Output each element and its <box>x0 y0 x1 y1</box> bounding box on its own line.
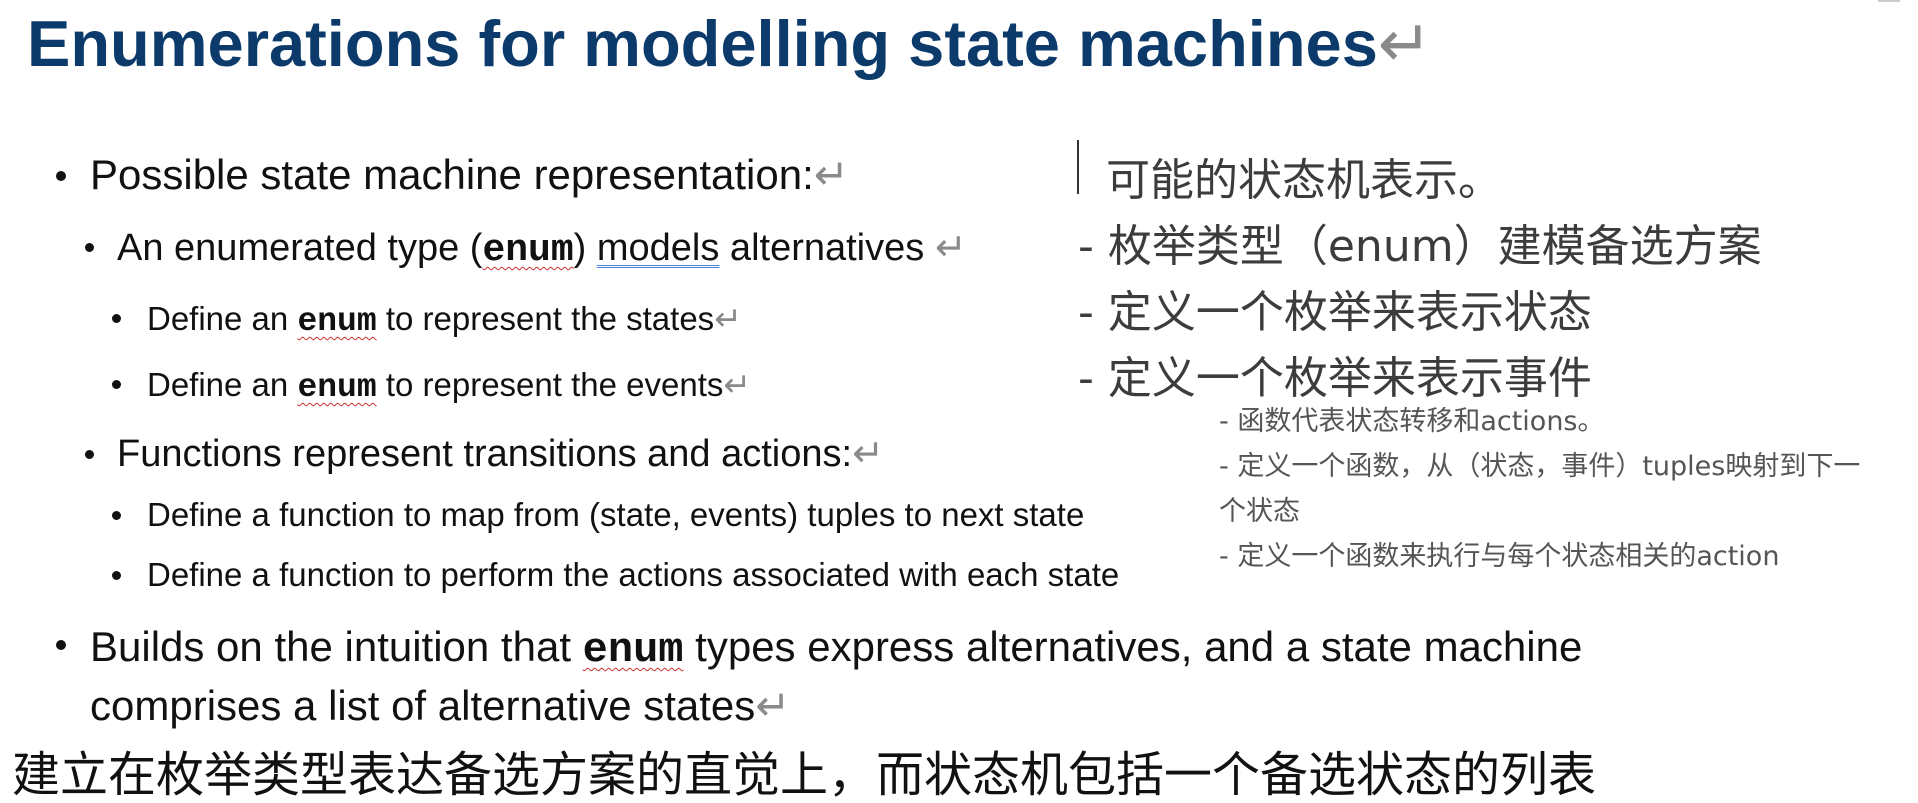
return-mark: ↵ <box>755 681 791 730</box>
annotation-zh-line: - 枚举类型（enum）建模备选方案 <box>1078 221 1762 272</box>
bullet-dot <box>85 243 94 252</box>
bullet-functions-represent[interactable]: Functions represent transitions and acti… <box>117 431 884 476</box>
annotation-zh-small-line: - 函数代表状态转移和actions。 <box>1219 406 1605 437</box>
bullet-text-pre: An enumerated type ( <box>117 227 483 269</box>
annotation-zh-small-line: - 定义一个函数来执行与每个状态相关的action <box>1219 541 1780 572</box>
annotation-zh-small-line: 个状态 <box>1219 496 1300 527</box>
bullet-text: Define a function to perform the actions… <box>147 556 1120 593</box>
return-mark: ↵ <box>934 225 967 269</box>
bullet-text-post: to represent the events <box>376 366 724 403</box>
return-mark: ↵ <box>723 365 752 404</box>
bullet-line-2: comprises a list of alternative states↵ <box>90 678 1582 734</box>
bullet-dot <box>112 511 121 520</box>
bullet-dot <box>56 640 66 650</box>
slide-title: Enumerations for modelling state machine… <box>27 6 1432 82</box>
bullet-dot <box>85 450 94 459</box>
return-mark: ↵ <box>714 299 742 338</box>
return-mark: ↵ <box>813 150 849 199</box>
bullet-define-function-map[interactable]: Define a function to map from (state, ev… <box>147 496 1084 534</box>
annotation-zh-line: - 定义一个枚举来表示状态 <box>1078 287 1592 338</box>
bullet-enumerated-type[interactable]: An enumerated type (enum) models alterna… <box>117 225 967 272</box>
bullet-dot <box>112 380 121 389</box>
return-mark: ↵ <box>852 431 884 475</box>
bullet-text-post: alternatives <box>719 227 935 269</box>
bullet-text: Define a function to map from (state, ev… <box>147 496 1085 533</box>
bullet-text-post: to represent the states <box>376 300 715 337</box>
grammar-underlined-word: models <box>596 227 720 269</box>
code-enum: enum <box>297 303 377 340</box>
bullet-text-pre: Define an <box>147 366 298 403</box>
bullet-text: Possible state machine representation: <box>90 151 814 198</box>
bullet-dot <box>56 171 66 181</box>
return-mark: ↵ <box>1377 7 1433 82</box>
slide-title-text: Enumerations for modelling state machine… <box>27 7 1378 80</box>
bullet-possible-representation[interactable]: Possible state machine representation:↵ <box>90 150 849 199</box>
text-cursor <box>1077 140 1079 194</box>
bullet-line-1: Builds on the intuition that enum types … <box>90 619 1582 678</box>
bullet-text-line2: comprises a list of alternative states <box>90 682 756 729</box>
bullet-dot <box>112 571 121 580</box>
bullet-text-pre: Define an <box>147 300 298 337</box>
bullet-text-mid: ) <box>573 227 597 269</box>
bullet-define-enum-events[interactable]: Define an enum to represent the events↵ <box>147 365 751 406</box>
code-enum: enum <box>482 229 574 272</box>
annotation-zh-line: - 定义一个枚举来表示事件 <box>1078 353 1592 404</box>
bullet-text: Functions represent transitions and acti… <box>117 433 853 475</box>
bullet-dot <box>112 314 121 323</box>
annotation-zh-small-line: - 定义一个函数，从（状态，事件）tuples映射到下一 <box>1219 451 1861 482</box>
bullet-define-function-actions[interactable]: Define a function to perform the actions… <box>147 556 1119 594</box>
code-enum: enum <box>582 626 684 674</box>
annotation-zh-line: 可能的状态机表示。 <box>1106 155 1502 206</box>
footer-translation: 建立在枚举类型表达备选方案的直觉上，而状态机包括一个备选状态的列表 <box>12 747 1597 803</box>
bullet-text-post: types express alternatives, and a state … <box>683 623 1583 670</box>
bullet-builds-on-intuition[interactable]: Builds on the intuition that enum types … <box>90 619 1582 734</box>
code-enum: enum <box>297 369 377 406</box>
bullet-define-enum-states[interactable]: Define an enum to represent the states↵ <box>147 299 742 340</box>
bullet-text-pre: Builds on the intuition that <box>90 623 583 670</box>
window-corner-mark <box>1878 0 1900 2</box>
